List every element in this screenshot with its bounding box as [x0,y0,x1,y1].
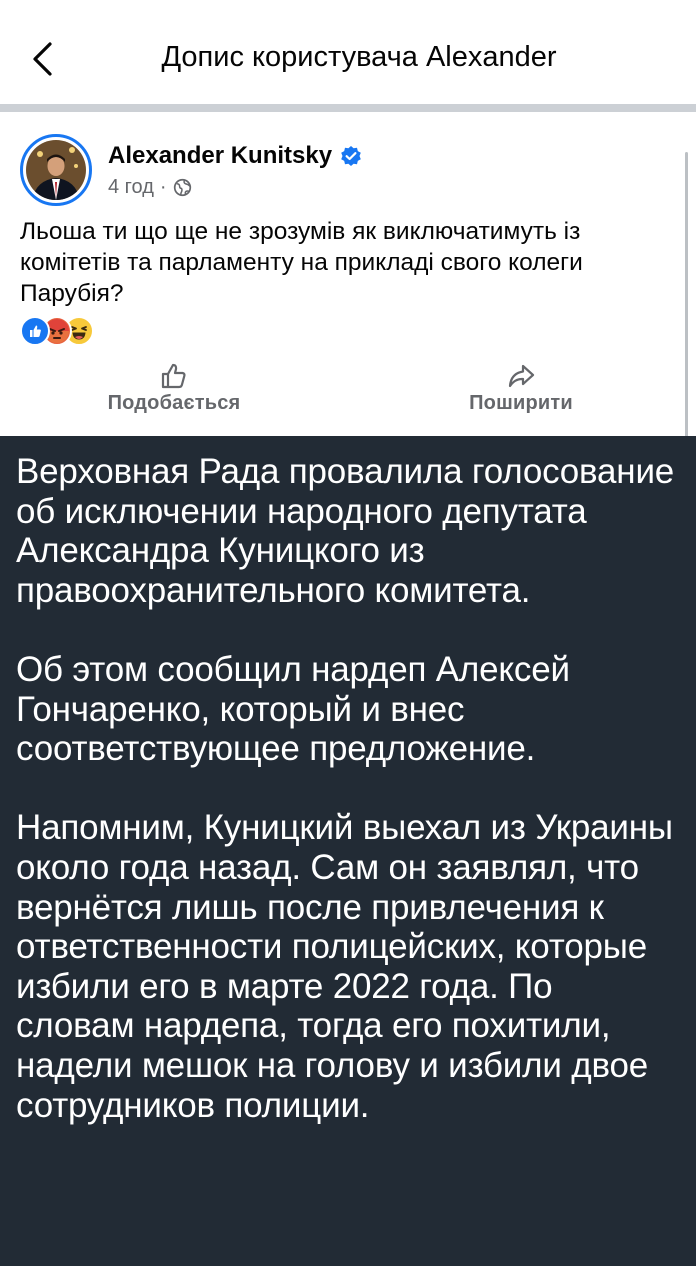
shared-paragraph: Верховная Рада провалила голосование об … [16,452,675,610]
thumbs-up-icon [161,363,186,389]
shared-paragraph: Об этом сообщил нардеп Алексей Гончаренк… [16,649,570,769]
like-reaction-icon [20,316,50,346]
avatar-image [26,140,86,200]
avatar[interactable] [20,134,92,206]
author-name[interactable]: Alexander Kunitsky [108,142,362,170]
top-nav-bar: Допис користувача Alexander [0,0,696,104]
verified-badge-icon [341,146,361,166]
globe-icon [173,178,191,197]
divider [0,104,696,112]
share-arrow-icon [508,364,535,388]
meta-separator: · [159,176,167,198]
post-text: Льоша ти що ще не зрозумів як виключатим… [20,218,583,307]
post-actions: Подобається Поширити [0,362,696,426]
shared-text-card: Верховная Рада провалила голосование об … [0,436,696,1266]
like-button[interactable]: Подобається [54,362,294,415]
shared-text: Верховная Рада провалила голосование об … [16,452,680,1165]
author-name-text: Alexander Kunitsky [108,142,333,169]
shared-paragraph: Напомним, Куницкий выехал из Украины око… [16,808,673,1125]
bottom-area [0,1266,696,1280]
share-button[interactable]: Поширити [401,362,641,415]
scrollbar[interactable] [685,152,688,452]
page-title: Допис користувача Alexander [161,41,557,73]
post-time[interactable]: 4 год [108,176,154,199]
share-label: Поширити [469,392,573,414]
post-meta: 4 год · [108,176,192,199]
reactions-summary[interactable] [20,316,94,346]
post-card: Alexander Kunitsky 4 год · Льоша ти що щ… [0,112,696,436]
like-label: Подобається [107,392,241,414]
